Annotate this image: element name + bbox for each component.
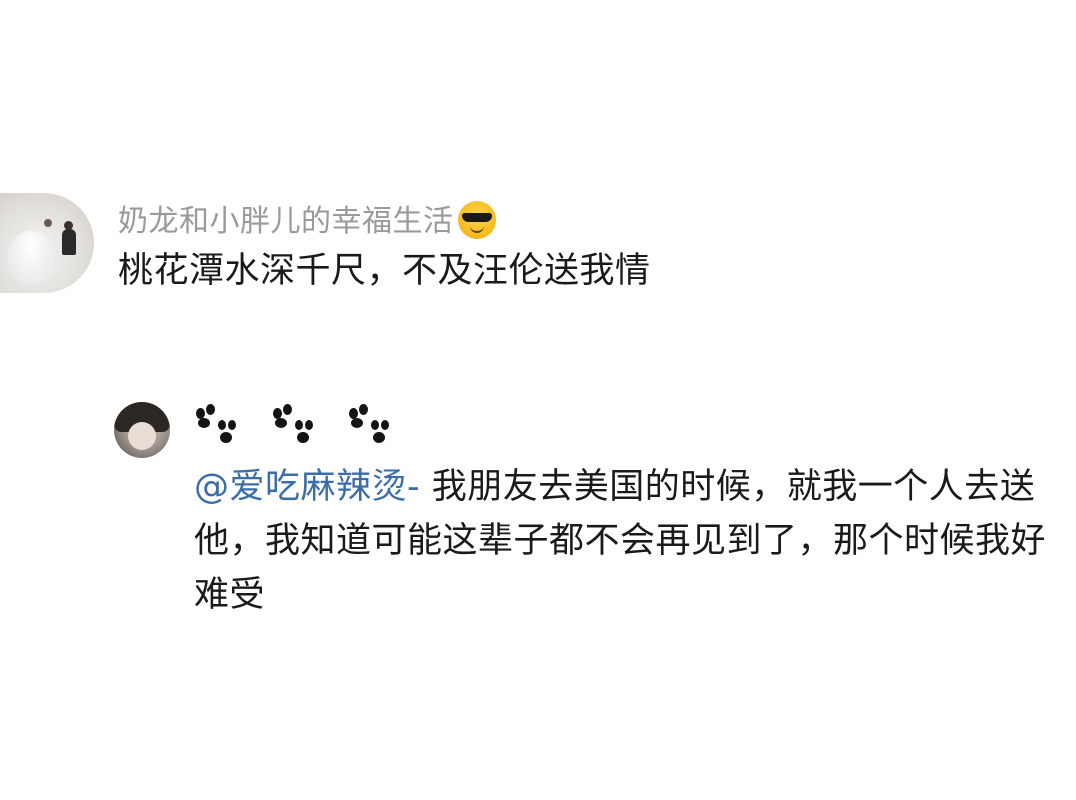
paw-prints-icon: [347, 404, 393, 450]
mention-link[interactable]: @爱吃麻辣烫-: [194, 467, 420, 507]
comment: 奶龙和小胖儿的幸福生活 桃花潭水深千尺，不及汪伦送我情: [0, 190, 1076, 300]
avatar-groom-shape: [62, 229, 76, 255]
comment-username-text: 奶龙和小胖儿的幸福生活: [118, 204, 454, 239]
reply-text: @爱吃麻辣烫- 我朋友去美国的时候，就我一个人去送他，我知道可能这辈子都不会再见…: [194, 460, 1064, 622]
reply-username[interactable]: [194, 404, 401, 460]
paw-prints-icon: [271, 404, 317, 450]
avatar[interactable]: [0, 193, 94, 293]
sunglasses-emoji-icon: [457, 201, 496, 239]
comment-text: 桃花潭水深千尺，不及汪伦送我情: [118, 251, 651, 291]
reply-comment: @爱吃麻辣烫- 我朋友去美国的时候，就我一个人去送他，我知道可能这辈子都不会再见…: [0, 398, 1076, 638]
reply-avatar[interactable]: [114, 402, 170, 458]
avatar-bride-shape: [44, 219, 52, 227]
avatar-face-shape: [128, 422, 156, 450]
comment-username[interactable]: 奶龙和小胖儿的幸福生活: [118, 196, 496, 240]
paw-prints-icon: [194, 404, 240, 450]
avatar-dress-shape: [8, 231, 54, 283]
